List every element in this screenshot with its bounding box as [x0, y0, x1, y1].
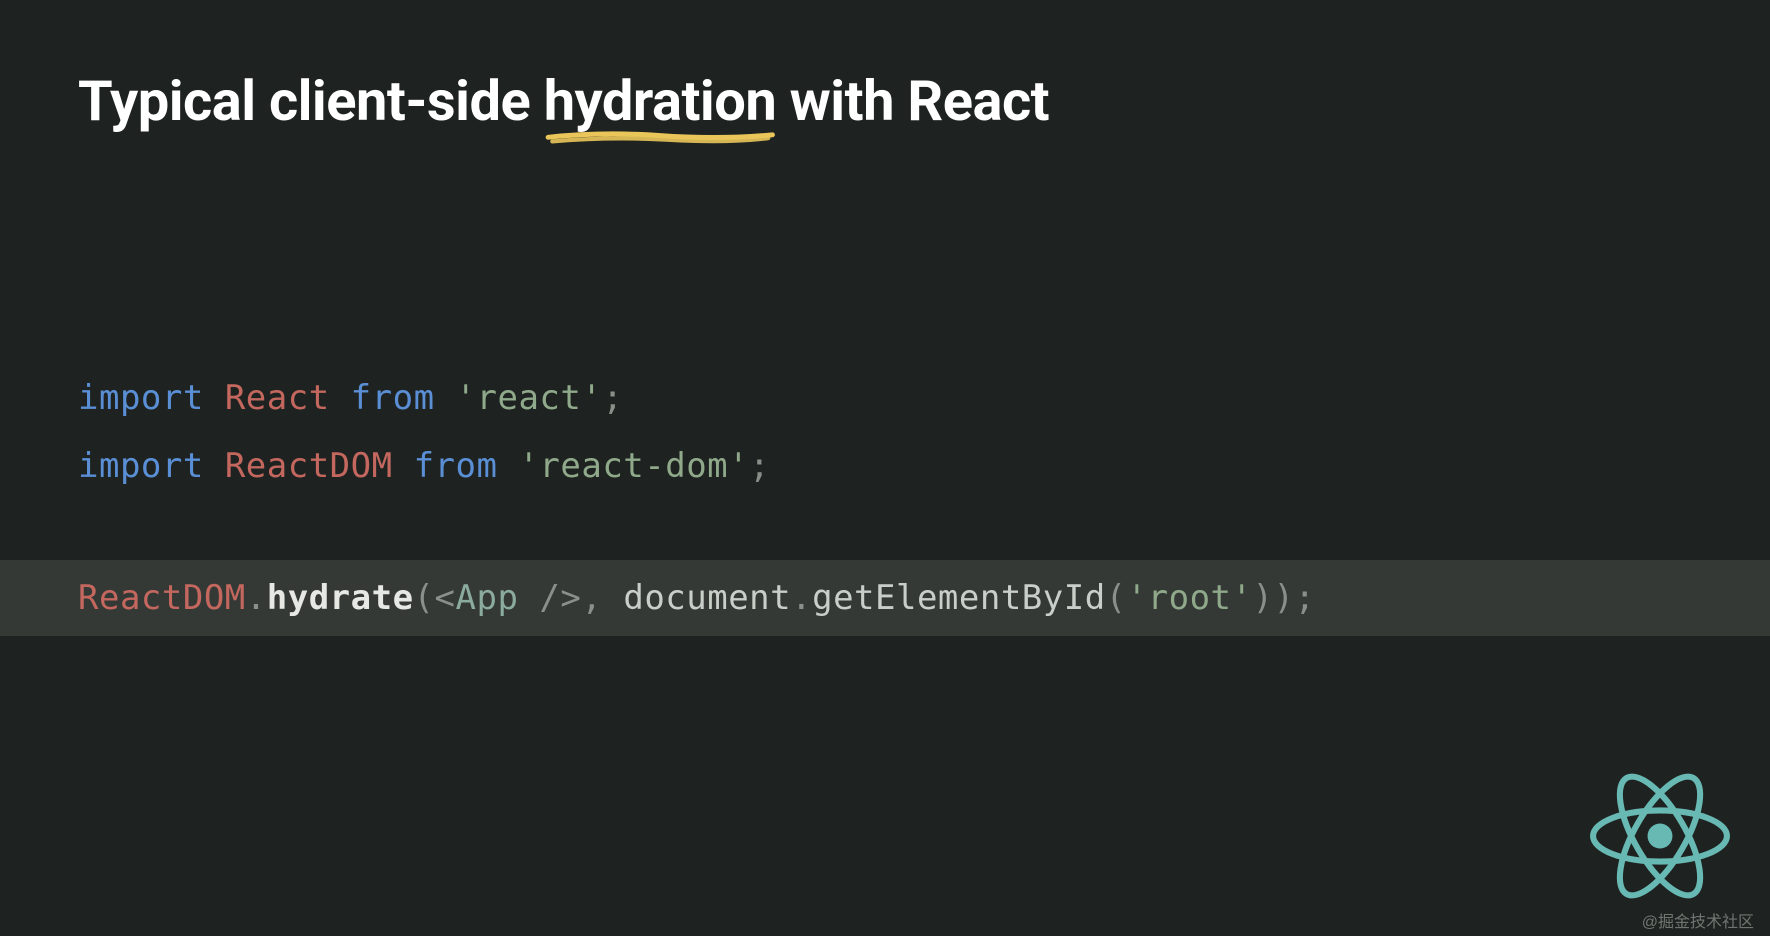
code-line-1: import React from 'react'; — [78, 364, 1692, 432]
code-block: import React from 'react'; import ReactD… — [78, 364, 1692, 636]
title-suffix: with React — [776, 68, 1049, 134]
title-highlight-word: hydration — [544, 68, 777, 134]
underline-annotation-icon — [544, 129, 777, 146]
slide-title: Typical client-side hydration with React — [78, 68, 1692, 134]
slide: Typical client-side hydration with React… — [0, 0, 1770, 936]
react-logo-icon — [1590, 766, 1730, 906]
title-prefix: Typical client-side — [78, 68, 544, 134]
watermark: @掘金技术社区 — [1642, 908, 1754, 932]
code-line-2: import ReactDOM from 'react-dom'; — [78, 432, 1692, 500]
code-line-3-highlighted: ReactDOM.hydrate(<App />, document.getEl… — [0, 560, 1770, 636]
